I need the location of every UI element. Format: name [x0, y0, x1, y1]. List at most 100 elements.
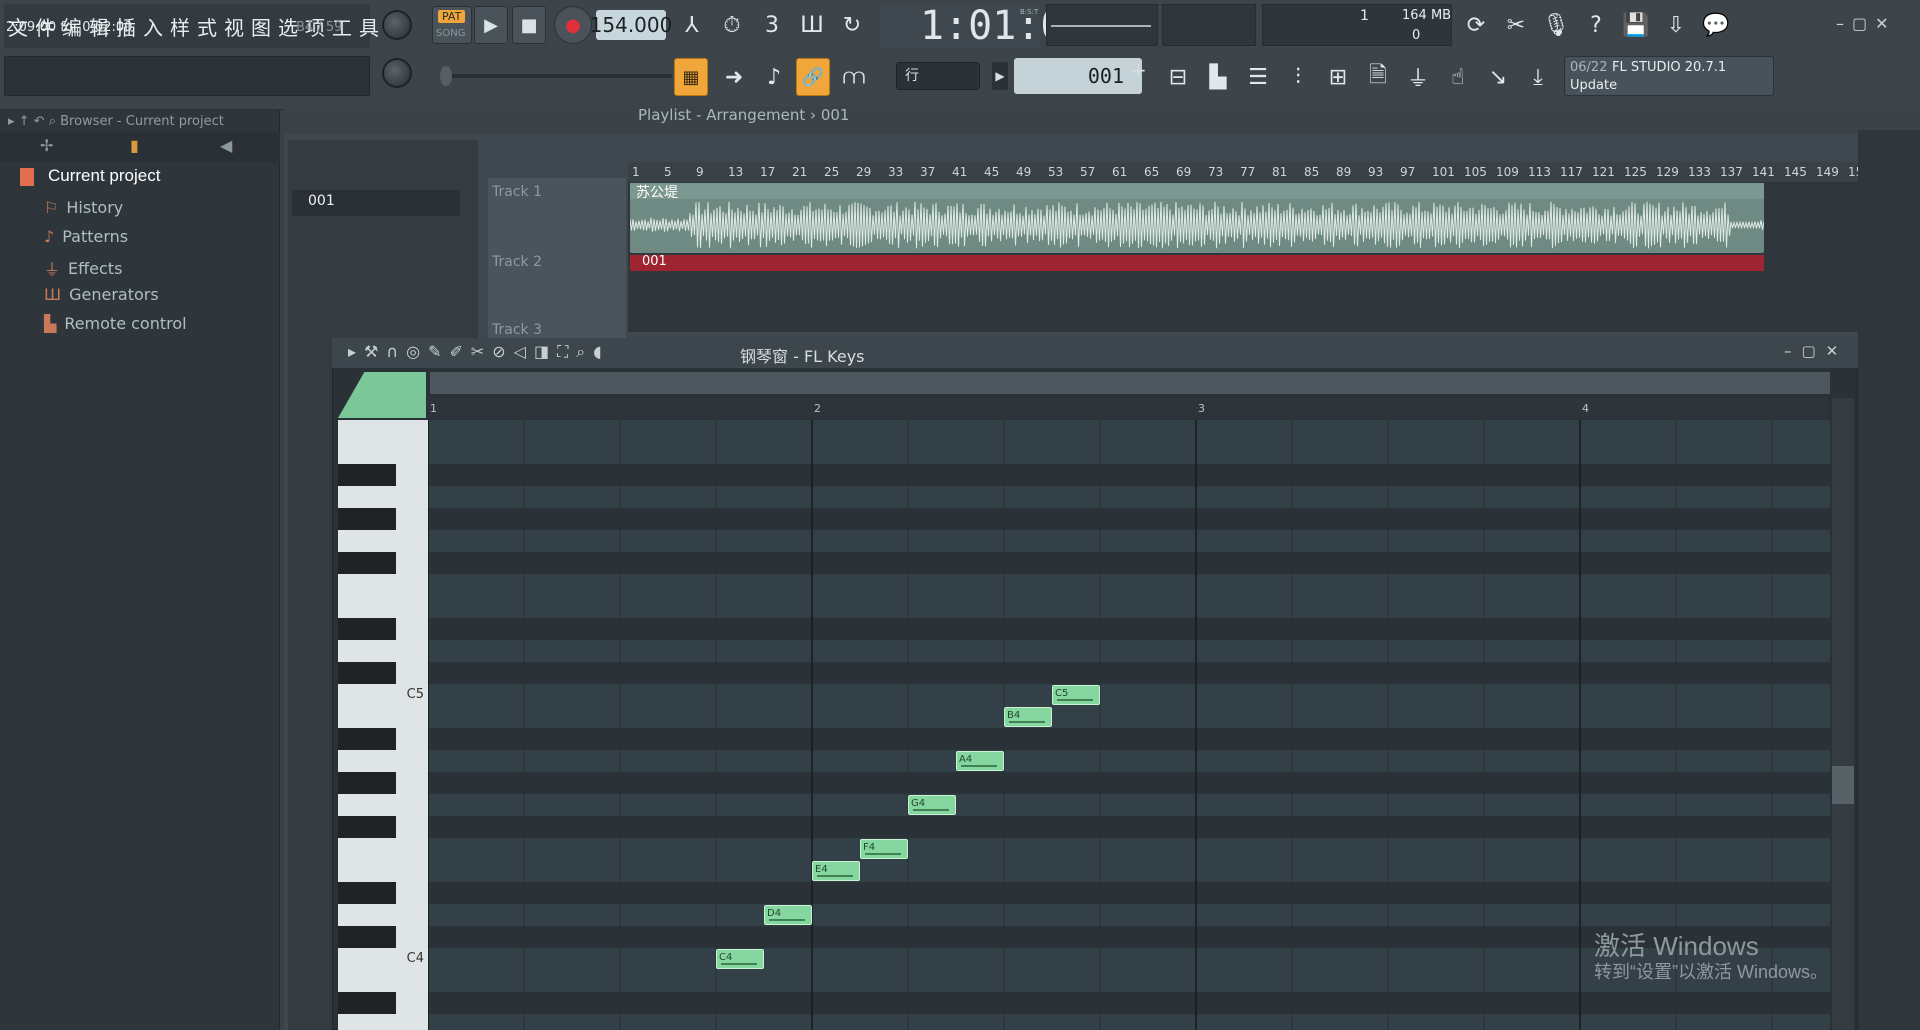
note-b4[interactable]: B4	[1004, 707, 1052, 727]
black-key[interactable]	[338, 816, 396, 838]
slide-button[interactable]: ♪	[756, 58, 792, 96]
pattern-clip[interactable]	[630, 255, 1764, 271]
key-label-c4: C4	[406, 951, 424, 966]
note-g4[interactable]: G4	[908, 795, 956, 815]
menu-item-pattern-1[interactable]: 样	[170, 12, 191, 41]
note-e4[interactable]: E4	[812, 861, 860, 881]
timeline-number: 85	[1304, 165, 1320, 179]
v-scroll-thumb[interactable]	[1832, 766, 1854, 804]
tree-item-effects[interactable]: ⏚ Effects	[44, 256, 122, 280]
black-key[interactable]	[338, 882, 396, 904]
master-volume-knob[interactable]	[382, 10, 412, 40]
performance-button[interactable]: ☝	[1440, 58, 1476, 96]
arrow-forward-button[interactable]: ➜	[716, 58, 752, 96]
step-edit-button[interactable]: Ш	[794, 6, 830, 44]
microphone-button[interactable]: 🎙	[1538, 6, 1574, 44]
browser-sound-tab-icon[interactable]: ◀	[220, 136, 232, 155]
song-time-display[interactable]: 1:01:00	[880, 3, 1089, 49]
note-a4[interactable]: A4	[956, 751, 1004, 771]
black-key[interactable]	[338, 772, 396, 794]
stamp-button[interactable]: ⩋	[836, 58, 872, 96]
browser-files-tab-icon[interactable]: ▮	[130, 136, 139, 155]
browser-tabs: ✢ ▮ ◀	[0, 132, 280, 162]
stop-button[interactable]: ■	[512, 6, 546, 44]
download-button[interactable]: ⤓	[1520, 58, 1556, 96]
wait-input-button[interactable]: ⏱	[714, 6, 750, 44]
piano-keyboard[interactable]: C5 C4	[338, 420, 428, 1030]
tree-item-history[interactable]: ⚐ History	[44, 198, 123, 217]
channel-rack-button[interactable]: ⊟	[1160, 58, 1196, 96]
feedback-button[interactable]: 💬	[1698, 6, 1734, 44]
add-pattern-icon[interactable]: +	[1130, 58, 1147, 82]
browser-header[interactable]: ▸ ↑ ↶ ⌕ Browser - Current project	[8, 114, 224, 129]
close-icon[interactable]: ✕	[1875, 14, 1888, 38]
link-button[interactable]: 🔗	[796, 58, 830, 96]
note-c5[interactable]: C5	[1052, 685, 1100, 705]
piano-roll-v-scroll[interactable]	[1832, 398, 1854, 1030]
piano-roll-h-scroll[interactable]	[430, 372, 1830, 394]
countdown-button[interactable]: 3	[754, 6, 790, 44]
tempo-tap-button[interactable]: ↘	[1480, 58, 1516, 96]
tree-item-remote-control[interactable]: ▙ Remote control	[44, 314, 187, 333]
touch-icon: ☝	[1451, 64, 1465, 90]
menu-item-view-2[interactable]: 图	[251, 12, 272, 41]
save-button[interactable]: 💾	[1618, 6, 1654, 44]
tempo-display[interactable]: 154.000	[590, 10, 672, 40]
piano-roll-window-controls[interactable]: –▢✕	[1784, 342, 1848, 360]
loop-record-button[interactable]: ↻	[834, 6, 870, 44]
channel-list-button[interactable]: ☰	[1240, 58, 1276, 96]
note-d4[interactable]: D4	[764, 905, 812, 925]
list-icon: ☰	[1248, 64, 1268, 90]
menu-item-tools-2[interactable]: 具	[359, 12, 380, 41]
pattern-prev-button[interactable]: ▶	[992, 62, 1008, 90]
snap-select[interactable]: 行	[896, 62, 980, 90]
black-key[interactable]	[338, 508, 396, 530]
nav-arrows-icon[interactable]: ▸ ↑ ↶ ⌕	[8, 114, 60, 129]
piano-roll-tools[interactable]: ▸⚒∩◎✎✐✂⊘◁◨⛶⌕◖	[348, 342, 610, 362]
black-key[interactable]	[338, 728, 396, 750]
playlist-button[interactable]: ▦	[674, 58, 708, 96]
folder-icon	[20, 168, 34, 186]
black-key[interactable]	[338, 662, 396, 684]
cut-tool-button[interactable]: ✂	[1498, 6, 1534, 44]
black-key[interactable]	[338, 464, 396, 486]
help-button[interactable]: ?	[1578, 6, 1614, 44]
track-1-label[interactable]: Track 1	[492, 184, 542, 200]
black-key[interactable]	[338, 618, 396, 640]
tree-current-project[interactable]: Current project	[48, 166, 160, 186]
mixer-button[interactable]: ⫶	[1280, 58, 1316, 96]
track-3-label[interactable]: Track 3	[492, 322, 542, 338]
menu-item-pattern-2[interactable]: 式	[197, 12, 218, 41]
record-button[interactable]: ●	[554, 6, 592, 44]
piano-roll-button[interactable]: ▙	[1200, 58, 1236, 96]
undo-history-button[interactable]: ⟳	[1458, 6, 1494, 44]
black-key[interactable]	[338, 926, 396, 948]
project-browser-button[interactable]: 🗎	[1360, 58, 1396, 96]
note-f4[interactable]: F4	[860, 839, 908, 859]
timeline-number: 53	[1048, 165, 1064, 179]
minimize-icon[interactable]: –	[1836, 14, 1844, 38]
menu-item-add-2[interactable]: 入	[143, 12, 164, 41]
playlist-title: Playlist - Arrangement › 001	[638, 106, 850, 124]
maximize-icon[interactable]: ▢	[1852, 14, 1867, 38]
plugin-button[interactable]: ⏚	[1400, 58, 1436, 96]
play-button[interactable]: ▶	[474, 6, 508, 44]
menu-item-view-1[interactable]: 视	[224, 12, 245, 41]
pitch-slider-track[interactable]	[442, 74, 672, 78]
track-2-label[interactable]: Track 2	[492, 254, 542, 270]
pitch-slider-thumb[interactable]	[440, 66, 452, 86]
pattern-selector[interactable]: 001	[1014, 58, 1142, 94]
playlist-toolbar	[284, 106, 1920, 134]
metronome-button[interactable]: ⅄	[674, 6, 710, 44]
black-key[interactable]	[338, 992, 396, 1014]
plugin-picker-button[interactable]: ⊞	[1320, 58, 1356, 96]
export-button[interactable]: ⇩	[1658, 6, 1694, 44]
browser-plugins-tab-icon[interactable]: ✢	[40, 136, 53, 155]
master-pitch-knob[interactable]	[382, 58, 412, 88]
timeline-number: 129	[1656, 165, 1679, 179]
note-c4[interactable]: C4	[716, 949, 764, 969]
tree-item-generators[interactable]: Ш Generators	[44, 285, 159, 304]
timeline-number: 13	[728, 165, 744, 179]
tree-item-patterns[interactable]: ♪ Patterns	[44, 227, 128, 246]
black-key[interactable]	[338, 552, 396, 574]
